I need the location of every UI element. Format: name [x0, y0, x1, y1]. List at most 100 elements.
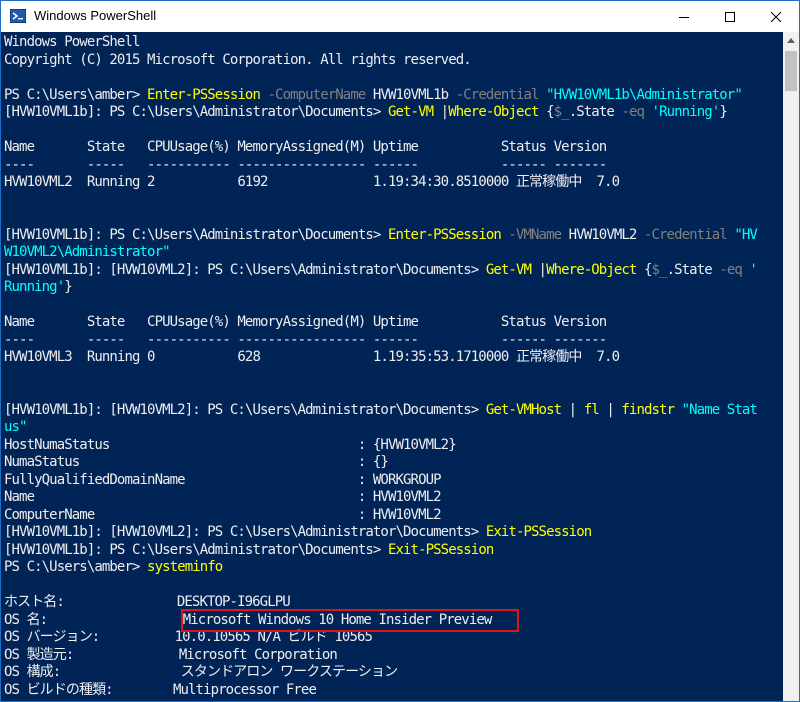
console-line: OS 製造元: Microsoft Corporation	[4, 647, 757, 665]
scroll-up-button[interactable]	[783, 32, 799, 49]
title-bar[interactable]: Windows PowerShell	[1, 1, 799, 32]
console-text: Name : HVW10VML2	[4, 489, 442, 505]
console-line: [HVW10VML1b]: PS C:\Users\Administrator\…	[4, 542, 757, 560]
console-text: HVW10VML3 Running 0 628 1.19:35:53.17100…	[4, 349, 620, 365]
console-text: [HVW10VML1b]: [HVW10VML2]: PS C:\Users\A…	[4, 401, 486, 418]
console-text: |	[561, 401, 584, 418]
console-command: Get-VMHost	[485, 401, 562, 418]
console-text: NumaStatus : {}	[4, 454, 389, 470]
console-line: FullyQualifiedDomainName : WORKGROUP	[4, 472, 757, 490]
console-parameter: -ComputerName	[259, 86, 367, 103]
console-string: '	[741, 261, 757, 278]
console-line: HostNumaStatus : {HVW10VML2}	[4, 437, 757, 455]
console-text: PS C:\Users\amber>	[4, 86, 148, 103]
console-text: Name State CPUUsage(%) MemoryAssigned(M)…	[4, 139, 607, 155]
console-text: Copyright (C) 2015 Microsoft Corporation…	[4, 51, 472, 68]
console-line: HVW10VML2 Running 2 6192 1.19:34:30.8510…	[4, 174, 757, 192]
console-output[interactable]: Windows PowerShell Copyright (C) 2015 Mic…	[1, 32, 783, 701]
console-string: "Name Stat	[674, 401, 758, 418]
vertical-scrollbar[interactable]	[783, 32, 799, 701]
scroll-up-arrow-icon	[787, 38, 795, 43]
console-string: "HV	[726, 226, 758, 243]
console-line: Windows PowerShell	[4, 34, 757, 52]
console-parameter: -Credential	[636, 226, 728, 243]
console-parameter: $_	[651, 261, 668, 278]
console-text: HVW10VML2 Running 2 6192 1.19:34:30.8510…	[4, 174, 620, 190]
maximize-button[interactable]	[707, 1, 753, 32]
console-text: {	[538, 104, 554, 120]
console-line: HVW10VML3 Running 0 628 1.19:35:53.17100…	[4, 349, 757, 367]
console-text: ホスト名: DESKTOP-I96GLPU	[4, 594, 291, 610]
console-line: [HVW10VML1b]: [HVW10VML2]: PS C:\Users\A…	[4, 261, 758, 280]
console-command: Get-VM	[387, 104, 434, 120]
console-line: [HVW10VML1b]: PS C:\Users\Administrator\…	[4, 226, 758, 245]
console-text: [HVW10VML1b]: PS C:\Users\Administrator\…	[4, 226, 388, 243]
console-text: HostNumaStatus : {HVW10VML2}	[4, 436, 457, 453]
console-command: Where-Object	[546, 261, 637, 278]
console-text: [HVW10VML1b]: [HVW10VML2]: PS C:\Users\A…	[4, 524, 486, 540]
console-command: Exit-PSSession	[485, 524, 592, 540]
console-command: Enter-PSSession	[387, 226, 502, 243]
console-text: {	[636, 261, 652, 278]
console-text: [HVW10VML1b]: [HVW10VML2]: PS C:\Users\A…	[4, 261, 486, 278]
console-text: |	[531, 261, 547, 278]
close-button[interactable]	[753, 1, 799, 32]
console-line: [HVW10VML1b]: PS C:\Users\Administrator\…	[4, 104, 757, 122]
console-parameter: -eq	[613, 104, 645, 120]
minimize-icon	[679, 16, 689, 18]
console-parameter: $_	[553, 104, 570, 120]
console-text: PS C:\Users\amber>	[4, 559, 148, 575]
console-string: W10VML2\Administrator"	[4, 244, 171, 260]
console-text: [HVW10VML1b]: PS C:\Users\Administrator\…	[4, 541, 388, 558]
console-string: "HVW10VML1b\Administrator"	[538, 86, 743, 103]
console-line: ComputerName : HVW10VML2	[4, 507, 757, 525]
console-line: [HVW10VML1b]: [HVW10VML2]: PS C:\Users\A…	[4, 401, 758, 420]
console-line: NumaStatus : {}	[4, 454, 757, 472]
console-text: Name State CPUUsage(%) MemoryAssigned(M)…	[4, 314, 607, 330]
console-text: FullyQualifiedDomainName : WORKGROUP	[4, 471, 442, 488]
window-title: Windows PowerShell	[34, 8, 157, 23]
console-command: Enter-PSSession	[147, 86, 261, 103]
console-parameter: -Credential	[448, 86, 540, 103]
console-text: }	[64, 279, 72, 295]
console-line: Name State CPUUsage(%) MemoryAssigned(M)…	[4, 314, 757, 332]
console-string: 'Running'	[644, 104, 721, 120]
console-command: Get-VM	[485, 261, 532, 278]
console-line: Copyright (C) 2015 Microsoft Corporation…	[4, 52, 757, 70]
console-command: Where-Object	[448, 104, 539, 120]
console-line: W10VML2\Administrator"	[4, 244, 757, 262]
console-line: OS 構成: スタンドアロン ワークステーション	[4, 664, 757, 682]
maximize-icon	[725, 11, 735, 22]
console-string: Running'	[4, 279, 65, 295]
console-command: systeminfo	[147, 559, 223, 575]
console-command: findstr	[621, 401, 675, 418]
minimize-button[interactable]	[661, 1, 707, 32]
console-line: ---- ----- ----------- -----------------…	[4, 332, 757, 350]
console-command: fl	[583, 401, 600, 418]
console-command: Exit-PSSession	[387, 541, 494, 558]
powershell-icon[interactable]	[10, 8, 26, 24]
console-line: OS ビルドの種類: Multiprocessor Free	[4, 682, 757, 700]
console-lines: Windows PowerShell Copyright (C) 2015 Mic…	[4, 34, 758, 700]
console-text: HVW10VML2	[561, 226, 638, 243]
console-text: ComputerName : HVW10VML2	[4, 506, 442, 523]
scrollbar-thumb[interactable]	[785, 51, 797, 91]
console-text: |	[598, 401, 622, 418]
console-text: HVW10VML1b	[365, 86, 449, 103]
console-text: OS 製造元: Microsoft Corporation	[4, 646, 338, 663]
console-text: OS ビルドの種類: Multiprocessor Free	[4, 681, 317, 698]
powershell-window: Windows PowerShell Windows PowerShell Cop…	[0, 0, 800, 702]
console-text: }	[719, 104, 727, 120]
console-text: ---- ----- ----------- -----------------…	[4, 156, 607, 173]
console-line: [HVW10VML1b]: [HVW10VML2]: PS C:\Users\A…	[4, 524, 757, 542]
console-text: .State	[666, 261, 713, 278]
console-text: ---- ----- ----------- -----------------…	[4, 331, 607, 348]
